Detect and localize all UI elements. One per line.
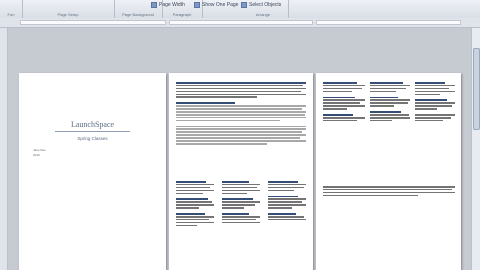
vertical-scrollbar[interactable]	[471, 28, 480, 270]
page-2[interactable]	[169, 73, 313, 270]
column-1-text	[176, 181, 214, 227]
meta-line: 2010	[33, 153, 40, 157]
ribbon-group-label: Page Background	[122, 12, 154, 17]
horizontal-ruler[interactable]	[0, 18, 480, 28]
page-width-button[interactable]: Page Width	[150, 1, 185, 9]
page-1[interactable]: LaunchSpace Spring Classes Jane Doe 2010	[19, 73, 166, 270]
column-2-text	[222, 181, 260, 225]
vertical-ruler[interactable]	[0, 28, 8, 270]
ribbon-group-label: Fon	[7, 12, 15, 17]
page-width-icon	[151, 2, 157, 8]
page-3[interactable]	[316, 73, 461, 270]
column-2-text	[370, 82, 410, 123]
ruler-zone-page-3	[316, 20, 461, 25]
show-one-page-button[interactable]: Show One Page	[193, 1, 238, 9]
document-subtitle: Spring Classes	[77, 136, 108, 141]
ruler-zone-page-1	[20, 20, 166, 25]
select-objects-label: Select Objects	[249, 2, 282, 8]
scrollbar-thumb[interactable]	[473, 48, 480, 130]
title-rule	[55, 131, 130, 132]
ribbon-group-page-setup: Page Setup	[22, 0, 115, 18]
document-title: LaunchSpace	[70, 120, 115, 129]
select-objects-button[interactable]: Select Objects	[240, 1, 281, 9]
ribbon-group-label: Page Setup	[57, 12, 79, 17]
body-text-block	[323, 186, 455, 198]
ribbon-group-font: Fon	[0, 0, 23, 18]
page-width-label: Page Width	[159, 2, 185, 8]
select-objects-icon	[241, 2, 247, 8]
ribbon-group-label: Arrange	[255, 12, 271, 17]
column-3-text	[415, 82, 455, 123]
column-3-text	[268, 181, 306, 222]
one-page-icon	[194, 2, 200, 8]
meta-line: Jane Doe	[33, 148, 46, 152]
body-text-block	[176, 82, 306, 146]
ribbon-group-label: Paragraph	[172, 12, 192, 17]
column-1-text	[323, 82, 365, 123]
show-one-page-label: Show One Page	[202, 2, 239, 8]
ruler-zone-page-2	[169, 20, 313, 25]
ribbon: Fon Page Setup Page Background Paragraph…	[0, 0, 480, 19]
